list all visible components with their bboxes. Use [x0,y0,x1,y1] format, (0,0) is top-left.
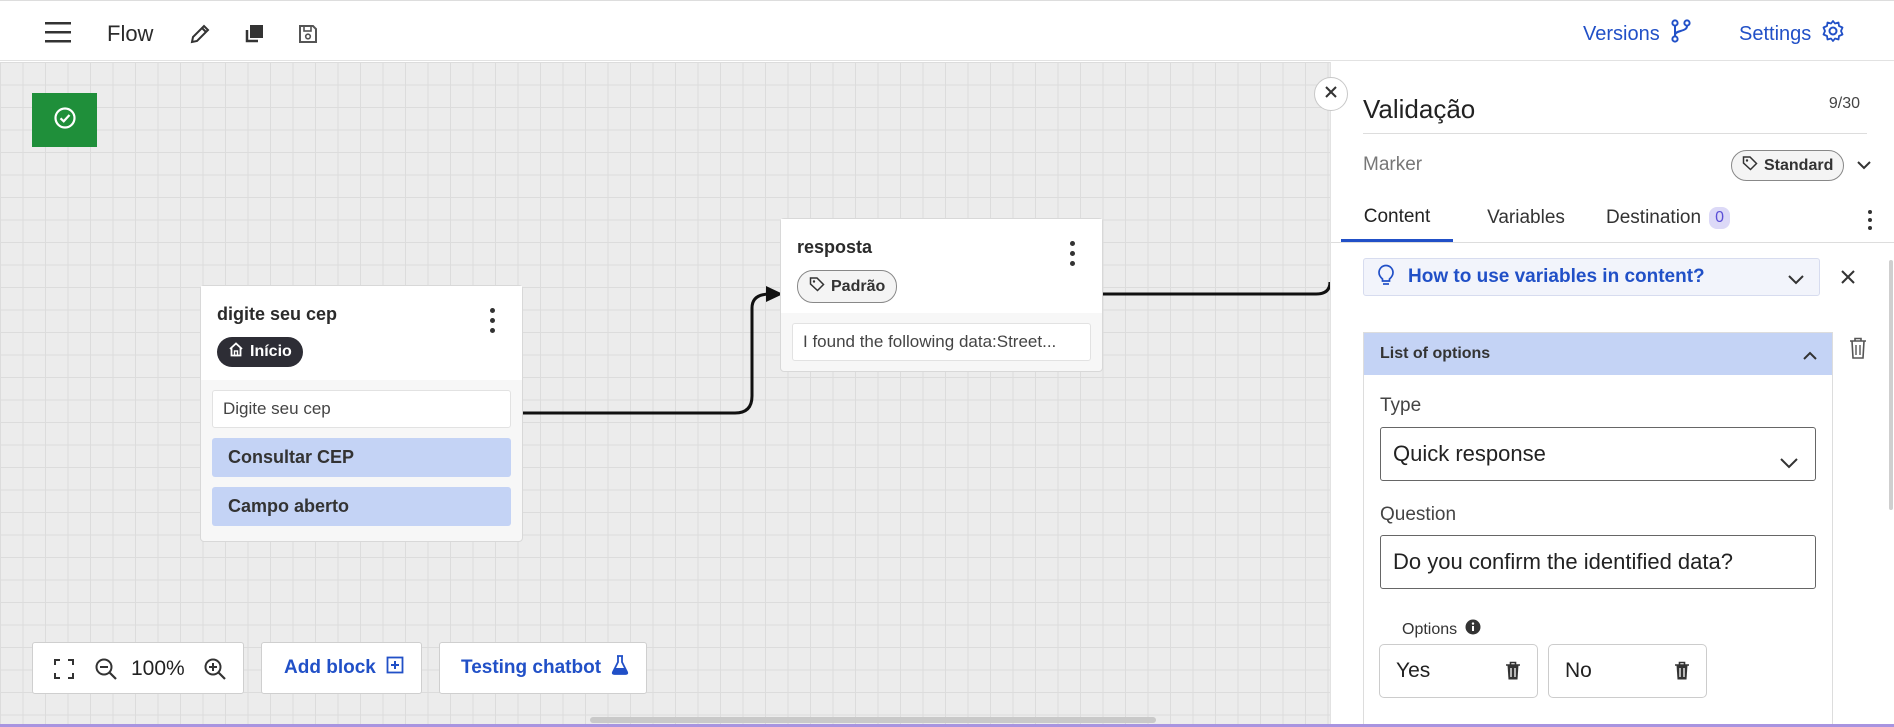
save-icon[interactable] [295,21,321,47]
settings-label: Settings [1739,22,1812,45]
marker-value: Standard [1764,156,1834,174]
block-name[interactable]: Validação [1363,94,1475,125]
info-icon[interactable] [1465,619,1481,640]
fullscreen-icon[interactable] [53,658,75,686]
tab-label: Variables [1487,207,1565,228]
tab-label: Destination [1606,207,1702,228]
options-label-row: Options [1402,619,1481,640]
flow-block[interactable]: digite seu cep Início Digite seu cep Con… [200,285,523,542]
tab-label: Content [1363,205,1431,227]
pencil-icon[interactable] [187,21,213,47]
flask-icon [611,654,629,682]
gear-icon [1821,19,1845,49]
help-text: How to use variables in content? [1408,266,1705,287]
option-input[interactable]: No [1548,644,1707,698]
panel-scrollbar[interactable] [1889,260,1893,510]
kebab-menu-icon[interactable] [1070,241,1076,271]
zoom-out-icon[interactable] [94,657,118,687]
close-icon [1324,85,1338,104]
more-options-icon[interactable] [1868,210,1874,230]
versions-label: Versions [1583,22,1660,45]
add-block-label: Add block [284,657,376,678]
testing-chatbot-label: Testing chatbot [461,657,602,678]
zoom-controls: 100% [32,642,244,694]
canvas-scrollbar[interactable] [590,717,1156,723]
settings-link[interactable]: Settings [1739,19,1845,49]
option-input[interactable]: Yes [1379,644,1538,698]
add-block-button[interactable]: Add block [261,642,422,694]
question-label: Question [1380,504,1457,525]
testing-chatbot-button[interactable]: Testing chatbot [439,642,647,694]
question-value: Do you confirm the identified data? [1393,549,1733,574]
close-panel-button[interactable] [1314,77,1348,111]
block-title: resposta [797,237,873,257]
marker-tag: Standard [1731,150,1845,181]
option-value: No [1565,659,1592,682]
flow-canvas[interactable]: digite seu cep Início Digite seu cep Con… [0,62,1330,727]
tab-destination[interactable]: Destination 0 [1596,194,1740,242]
lightbulb-icon [1376,264,1396,291]
tab-variables[interactable]: Variables [1466,194,1586,242]
kebab-menu-icon[interactable] [490,308,496,338]
chevron-up-icon [1802,348,1818,366]
section-header[interactable]: List of options [1364,333,1832,375]
tag-label: Padrão [831,277,886,295]
close-help-icon[interactable] [1840,269,1856,290]
section-title: List of options [1380,345,1491,362]
top-bar: Flow Versions Settings [0,0,1894,61]
block-option[interactable]: Consultar CEP [212,438,511,477]
plus-square-icon [386,656,404,680]
zoom-level: 100% [131,657,185,680]
block-title: digite seu cep [217,304,338,324]
tag-icon [809,276,825,297]
flow-block[interactable]: resposta Padrão I found the following da… [780,218,1103,372]
home-icon [228,342,244,362]
chevron-down-icon [1856,157,1872,175]
flow-title: Flow [107,21,154,46]
trash-icon[interactable] [1505,661,1521,687]
type-select[interactable]: Quick response [1380,427,1816,481]
char-counter: 9/30 [1828,95,1860,112]
trash-icon[interactable] [1674,661,1690,687]
type-value: Quick response [1393,441,1546,466]
question-input[interactable]: Do you confirm the identified data? [1380,535,1816,589]
marker-label: Marker [1363,154,1423,175]
block-editor-panel: Validação 9/30 Marker Standard Content V… [1330,62,1894,727]
chevron-down-icon [1779,449,1799,475]
type-label: Type [1380,395,1422,416]
block-message: Digite seu cep [212,390,511,428]
zoom-in-icon[interactable] [203,657,227,687]
trash-icon[interactable] [1848,336,1868,365]
branch-icon [1670,19,1692,49]
chevron-down-icon [1787,272,1805,290]
tag-icon [1742,155,1758,176]
marker-select[interactable]: Standard [1731,150,1872,181]
start-tag: Início [217,337,303,367]
block-option[interactable]: Campo aberto [212,487,511,526]
options-label: Options [1402,620,1458,638]
versions-link[interactable]: Versions [1583,19,1692,49]
block-message: I found the following data:Street... [792,323,1091,361]
tab-content[interactable]: Content [1341,194,1453,242]
destination-count-badge: 0 [1709,207,1730,229]
variables-help-banner[interactable]: How to use variables in content? [1363,258,1820,296]
duplicate-icon[interactable] [241,21,267,47]
standard-tag: Padrão [797,270,898,303]
menu-icon[interactable] [44,19,72,45]
option-value: Yes [1396,659,1431,682]
tag-label: Início [250,343,292,360]
